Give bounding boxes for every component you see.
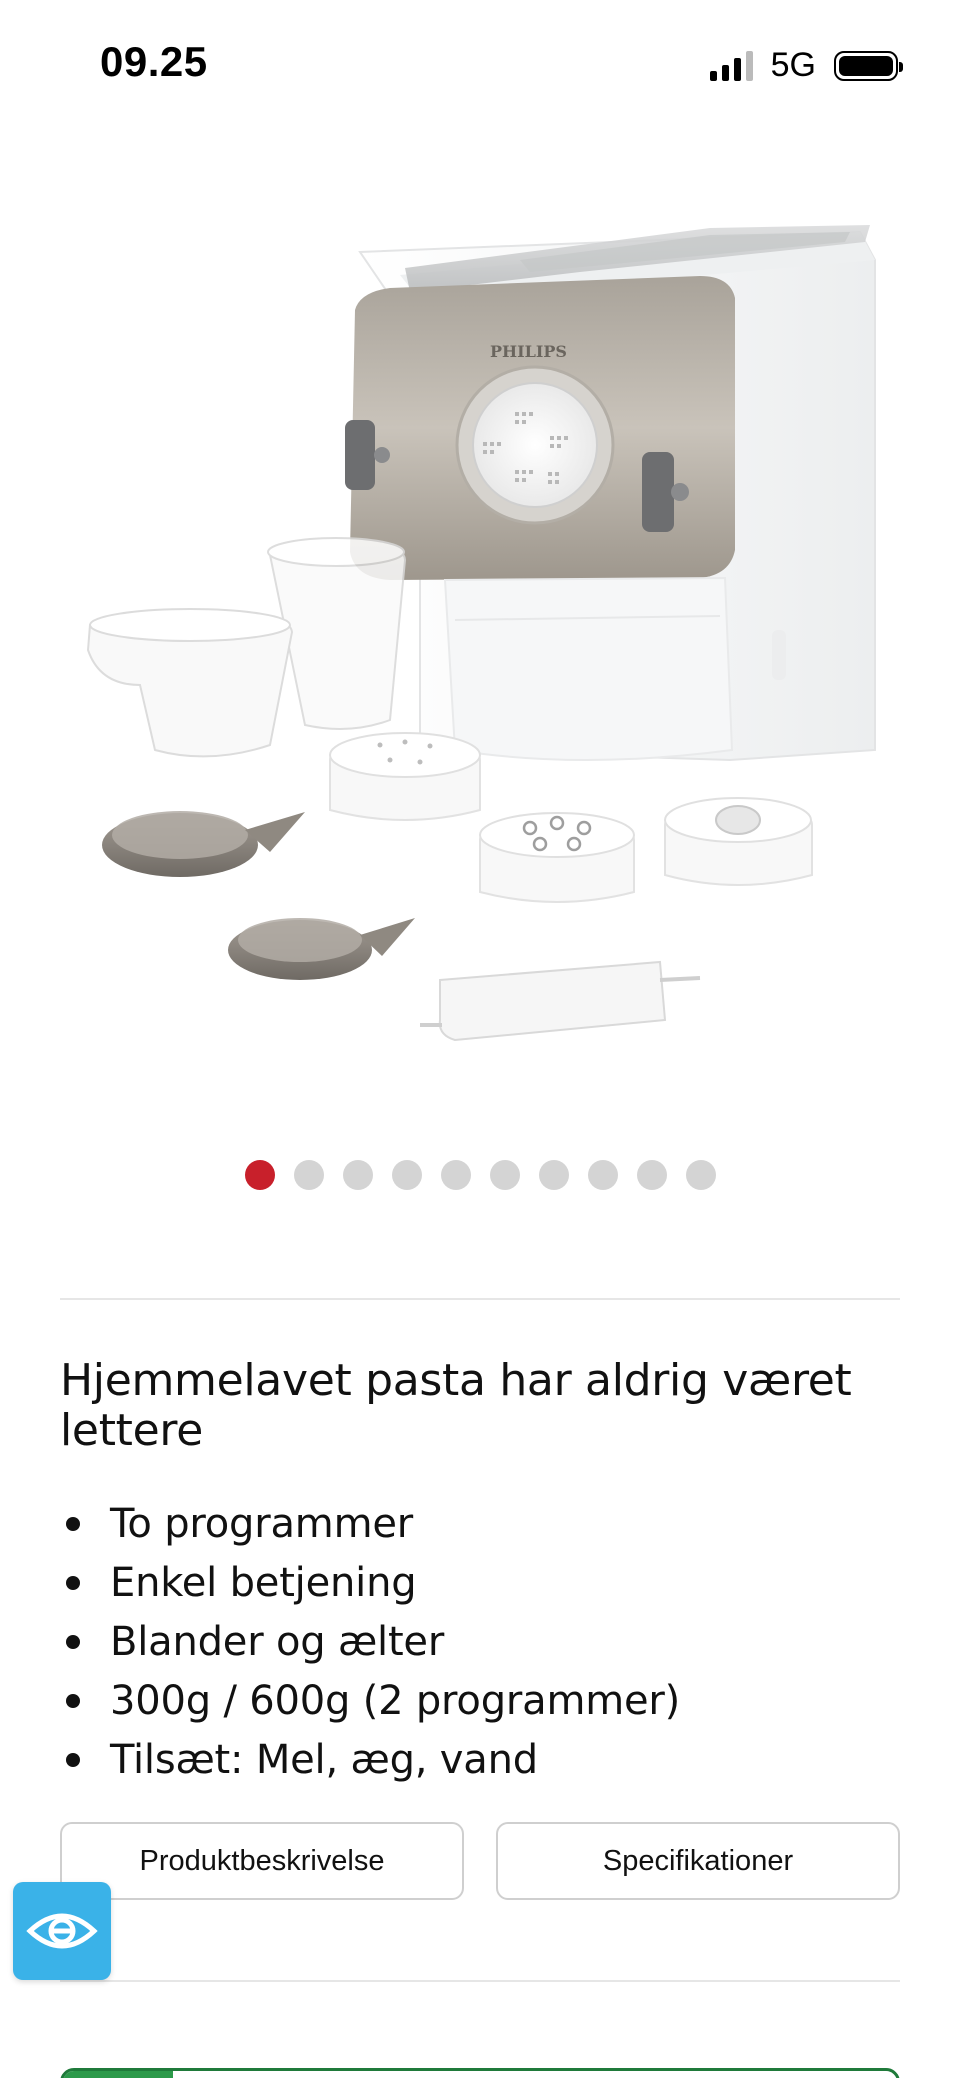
specifications-button[interactable]: Specifikationer — [496, 1822, 900, 1900]
carousel-dot[interactable] — [342, 1160, 373, 1190]
divider-top — [60, 1298, 900, 1300]
carousel-dot[interactable] — [293, 1160, 324, 1190]
carousel-dot[interactable] — [489, 1160, 520, 1190]
carousel-dot[interactable] — [685, 1160, 716, 1190]
feature-item: 300g / 600g (2 programmer) — [60, 1671, 900, 1730]
feature-item: Blander og ælter — [60, 1612, 900, 1671]
carousel-dot[interactable] — [538, 1160, 569, 1190]
bullet-icon — [66, 1516, 80, 1531]
bullet-icon — [66, 1693, 80, 1708]
feature-text: Blander og ælter — [110, 1618, 445, 1665]
feature-text: 300g / 600g (2 programmer) — [110, 1677, 681, 1724]
product-description-button[interactable]: Produktbeskrivelse — [60, 1822, 464, 1900]
feature-item: Enkel betjening — [60, 1553, 900, 1612]
product-image[interactable]: PHILIPS — [60, 180, 900, 1080]
feature-item: To programmer — [60, 1494, 900, 1553]
feature-text: To programmer — [110, 1500, 413, 1547]
network-type: 5G — [770, 46, 816, 84]
status-time: 09.25 — [100, 38, 208, 85]
carousel-dot-active[interactable] — [244, 1160, 275, 1190]
product-info-tabs: Produktbeskrivelse Specifikationer — [60, 1822, 900, 1900]
bottom-action-bar[interactable] — [60, 2068, 900, 2078]
bullet-icon — [66, 1752, 80, 1767]
divider-bottom — [60, 1980, 900, 1982]
carousel-dot[interactable] — [440, 1160, 471, 1190]
status-bar: 09.25 5G — [0, 0, 960, 130]
brand-logo: PHILIPS — [490, 342, 567, 361]
eye-icon — [26, 1913, 98, 1949]
accessibility-button[interactable] — [13, 1882, 111, 1980]
carousel-dot[interactable] — [636, 1160, 667, 1190]
bullet-icon — [66, 1634, 80, 1649]
bullet-icon — [66, 1575, 80, 1590]
signal-icon — [709, 50, 753, 81]
status-indicators: 5G — [709, 46, 903, 85]
product-headline: Hjemmelavet pasta har aldrig været lette… — [60, 1355, 852, 1456]
feature-text: Enkel betjening — [110, 1559, 417, 1606]
carousel-dot[interactable] — [587, 1160, 618, 1190]
image-carousel-indicator[interactable] — [0, 1160, 960, 1190]
feature-list: To programmer Enkel betjening Blander og… — [60, 1494, 900, 1789]
feature-text: Tilsæt: Mel, æg, vand — [110, 1736, 538, 1783]
battery-icon — [834, 50, 903, 81]
feature-item: Tilsæt: Mel, æg, vand — [60, 1730, 900, 1789]
carousel-dot[interactable] — [391, 1160, 422, 1190]
